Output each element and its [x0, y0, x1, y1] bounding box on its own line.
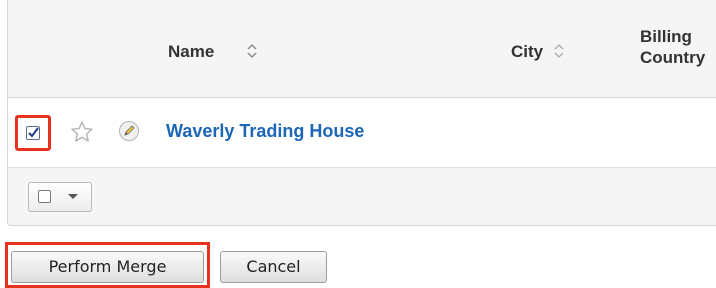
sort-icon[interactable] — [553, 43, 565, 59]
row-checkbox[interactable] — [26, 126, 40, 140]
mass-select-dropdown[interactable] — [28, 182, 92, 212]
column-header-name[interactable]: Name — [168, 42, 214, 62]
star-icon[interactable] — [70, 120, 94, 144]
select-all-checkbox[interactable] — [38, 190, 51, 203]
column-header-city[interactable]: City — [511, 42, 543, 62]
merge-records-table: Name City Billing Country Waverly Tradin… — [7, 0, 716, 226]
cancel-button[interactable]: Cancel — [220, 251, 327, 283]
row-checkbox-highlight — [15, 115, 51, 151]
table-row: Waverly Trading House — [8, 98, 716, 168]
table-footer — [8, 168, 716, 225]
sort-icon[interactable] — [246, 43, 258, 59]
caret-down-icon[interactable] — [67, 193, 79, 201]
checkbox-icon — [28, 127, 39, 138]
record-name-link[interactable]: Waverly Trading House — [166, 121, 364, 142]
perform-merge-button[interactable]: Perform Merge — [11, 251, 204, 283]
table-header: Name City Billing Country — [8, 0, 716, 98]
edit-pencil-icon[interactable] — [118, 120, 140, 142]
column-header-billing-country[interactable]: Billing Country — [640, 26, 705, 68]
